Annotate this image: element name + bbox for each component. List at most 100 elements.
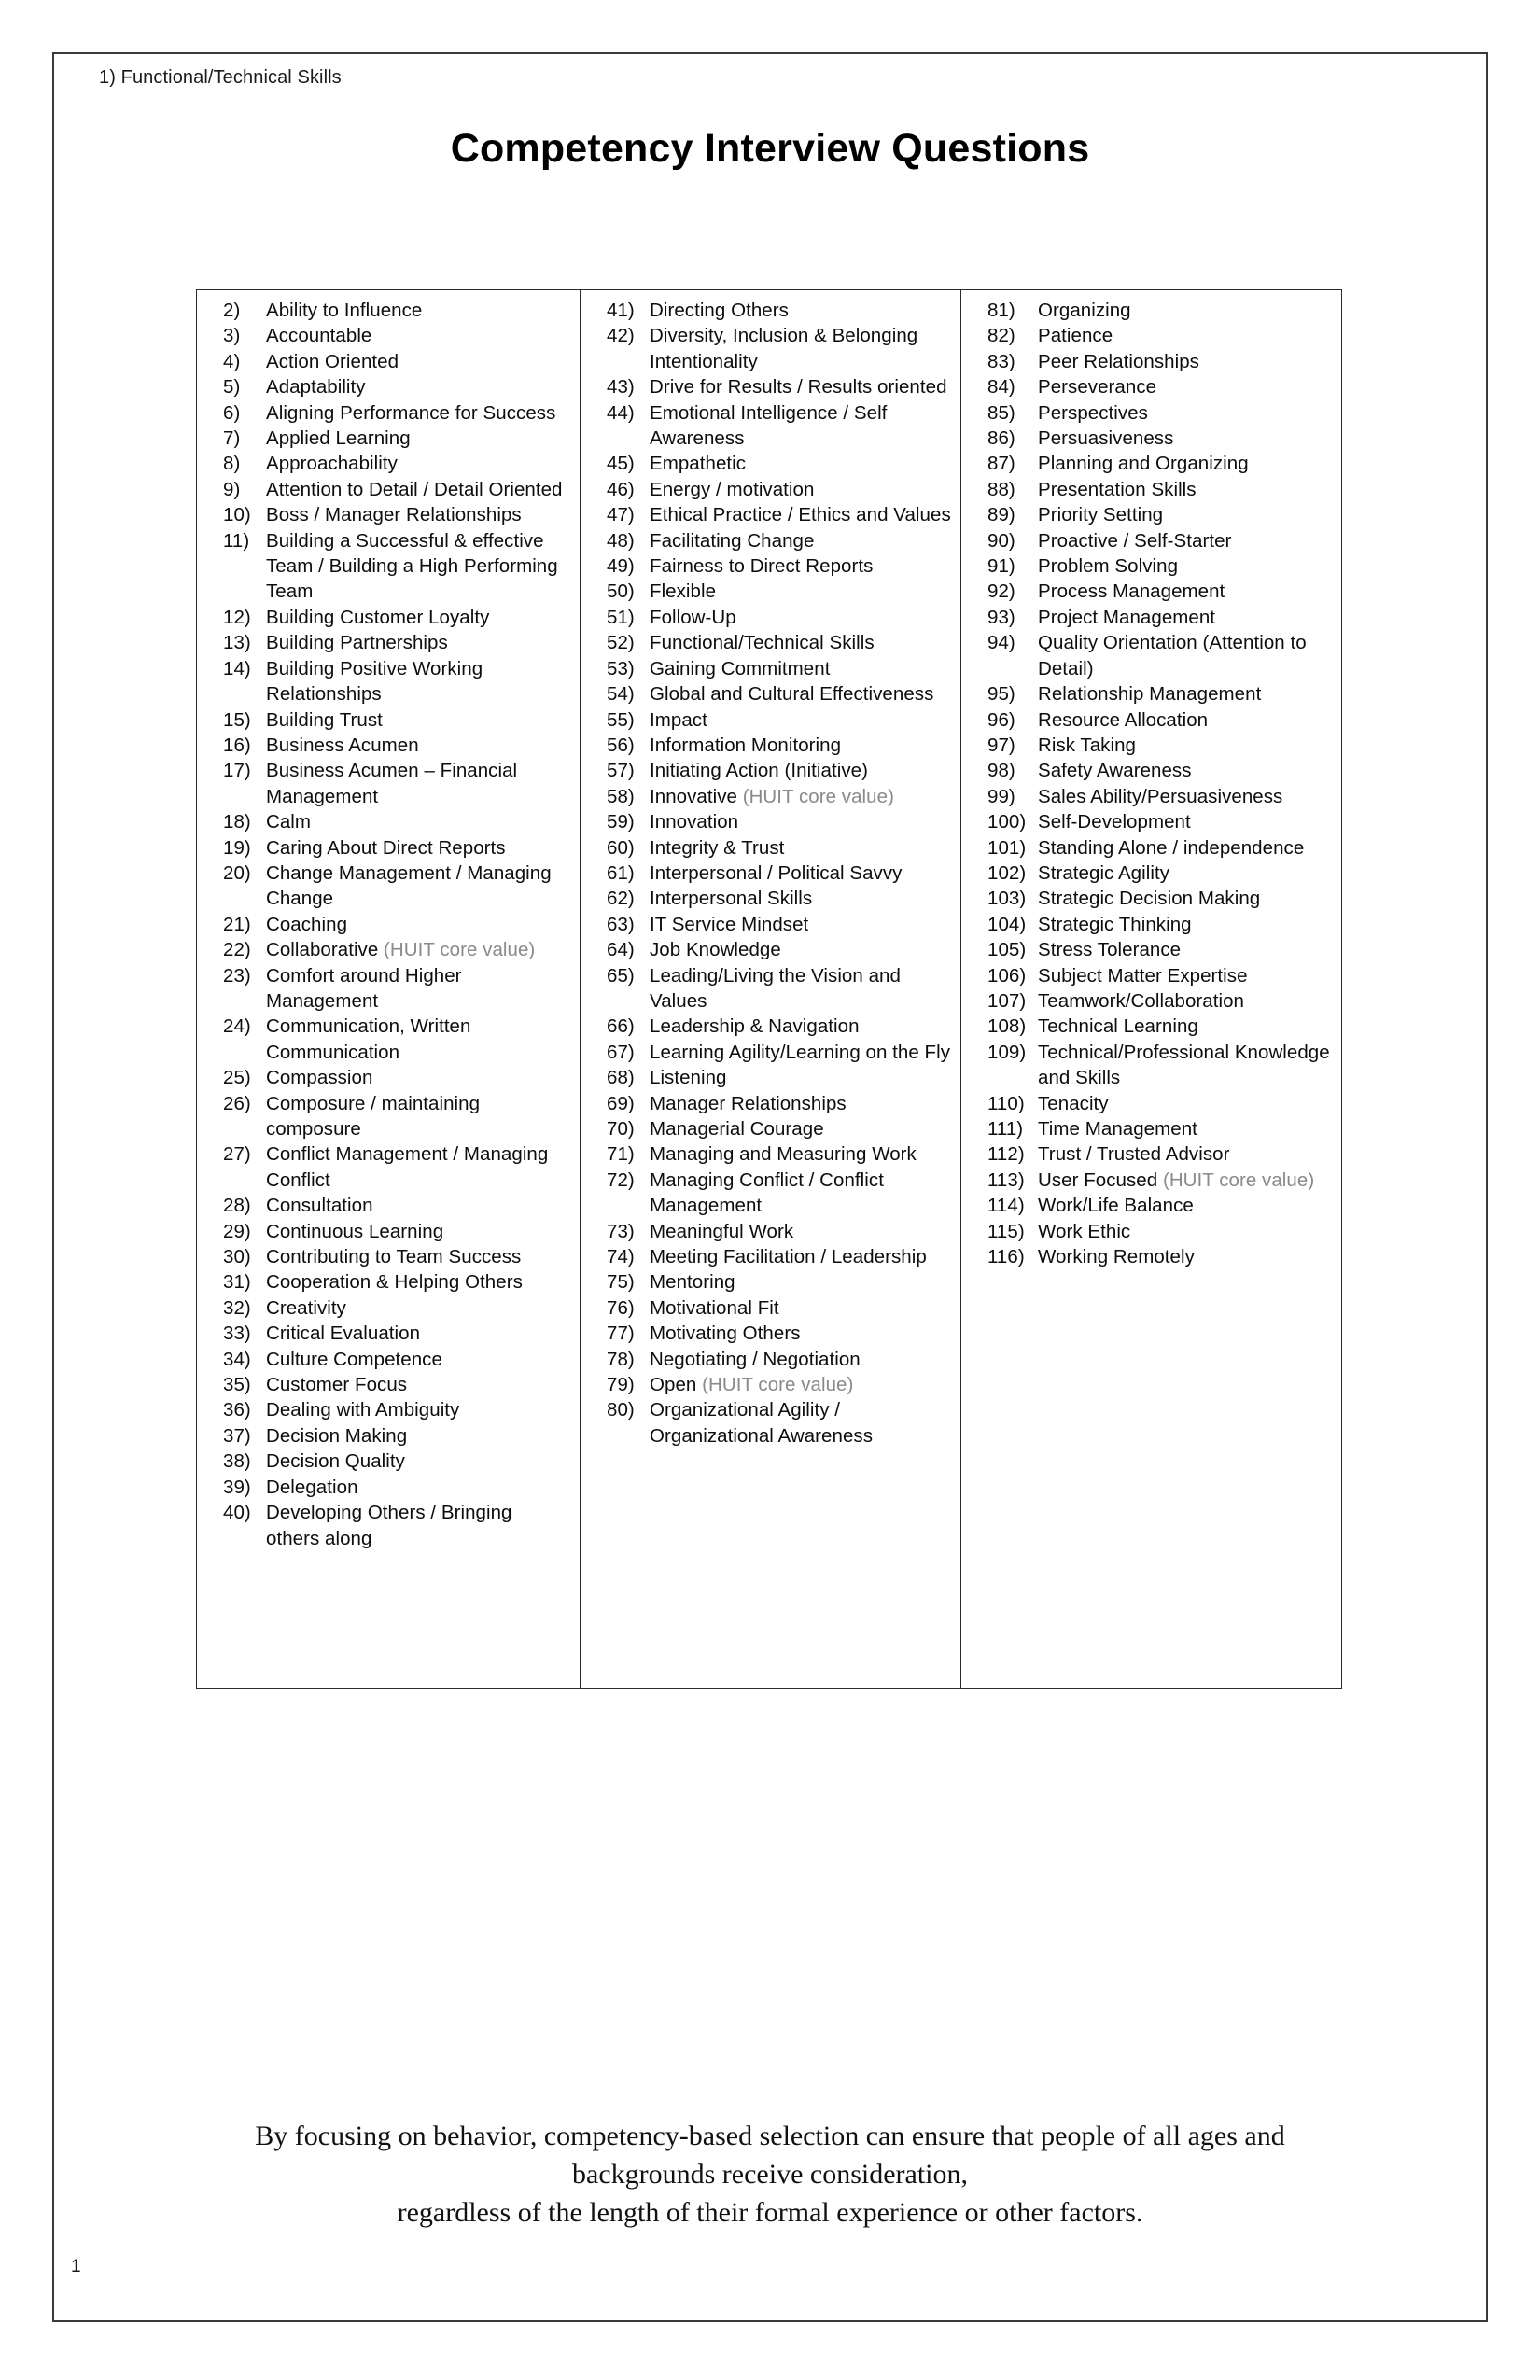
competency-item-label: Technical Learning [1038,1015,1198,1038]
competency-item: 3) Accountable [223,323,570,348]
competency-item-number: 42) [607,325,635,347]
competency-item-number: 21) [223,913,251,935]
competency-item-label: Change Management / Managing Change [266,861,552,910]
competency-item: 90) Proactive / Self-Starter [987,528,1332,553]
competency-item-label: Flexible [650,581,717,603]
competency-item-number: 63) [607,913,635,935]
competency-item-number: 79) [607,1374,635,1396]
competency-item-label: Business Acumen – Financial Management [266,760,518,807]
competency-item: 58) Innovative (HUIT core value) [607,784,951,809]
competency-item: 64) Job Knowledge [607,937,951,962]
competency-item-label: Resource Allocation [1038,708,1209,731]
competency-item-label: User Focused [1038,1169,1163,1191]
competency-item-label: Time Management [1038,1118,1197,1140]
competency-item-note: (HUIT core value) [384,939,536,961]
competency-item-number: 113) [987,1169,1025,1191]
competency-item: 80) Organizational Agility / Organization… [607,1397,951,1449]
competency-item: 7) Applied Learning [223,426,570,451]
competency-item: 108) Technical Learning [987,1014,1332,1039]
competency-item-number: 45) [607,453,635,475]
competency-item: 13) Building Partnerships [223,630,570,655]
competency-item-label: Process Management [1038,581,1225,603]
competency-item-number: 69) [607,1092,635,1114]
competency-item-label: Gaining Commitment [650,657,831,679]
competency-item-number: 93) [987,606,1015,628]
competency-item-label: Decision Quality [266,1450,405,1473]
competency-item: 11) Building a Successful & effective Tea… [223,528,570,605]
competency-item-number: 7) [223,427,241,450]
competency-item-number: 77) [607,1323,635,1345]
competency-item: 63) IT Service Mindset [607,912,951,937]
competency-item-label: Relationship Management [1038,683,1262,706]
competency-item-number: 46) [607,478,635,500]
competency-item-label: Presentation Skills [1038,478,1197,500]
competency-item-label: Proactive / Self-Starter [1038,529,1232,552]
competency-item: 98) Safety Awareness [987,758,1332,783]
competency-item: 115) Work Ethic [987,1219,1332,1244]
competency-item-label: Comfort around Higher Management [266,964,462,1012]
competency-item-number: 17) [223,760,251,782]
competency-item: 59) Innovation [607,809,951,834]
competency-item-number: 50) [607,581,635,603]
competency-item: 86) Persuasiveness [987,426,1332,451]
competency-item: 50) Flexible [607,579,951,604]
competency-item-number: 94) [987,632,1015,654]
competency-item: 65) Leading/Living the Vision and Values [607,963,951,1015]
competency-item-label: Project Management [1038,606,1216,628]
competency-item-number: 108) [987,1015,1027,1038]
competency-item: 100) Self-Development [987,809,1332,834]
competency-item-number: 52) [607,632,635,654]
competency-item: 74) Meeting Facilitation / Leadership [607,1244,951,1269]
competency-item-label: Facilitating Change [650,529,815,552]
competency-item: 94) Quality Orientation (Attention to Det… [987,630,1332,681]
competency-item-number: 109) [987,1041,1027,1063]
competency-item-number: 24) [223,1015,251,1038]
competency-item-number: 70) [607,1118,635,1140]
competency-item-label: Interpersonal / Political Savvy [650,861,903,884]
competency-item-label: Compassion [266,1067,373,1089]
competency-item-label: Priority Setting [1038,504,1164,526]
competency-item-label: Emotional Intelligence / Self Awareness [650,401,888,450]
competency-item-label: Drive for Results / Results oriented [650,376,947,399]
competency-item-number: 91) [987,555,1015,578]
competency-item: 97) Risk Taking [987,733,1332,758]
competency-item-label: Empathetic [650,453,747,475]
competency-item: 111) Time Management [987,1116,1332,1141]
competency-item: 60) Integrity & Trust [607,835,951,861]
competency-item: 54) Global and Cultural Effectiveness [607,681,951,707]
competency-item: 85) Perspectives [987,400,1332,426]
competency-item: 41) Directing Others [607,298,951,323]
competency-item-number: 82) [987,325,1015,347]
competency-item-number: 12) [223,606,251,628]
competency-item-number: 59) [607,811,635,833]
competency-item-number: 68) [607,1067,635,1089]
competency-item: 46) Energy / motivation [607,477,951,502]
competency-item: 93) Project Management [987,605,1332,630]
competency-item-label: Culture Competence [266,1348,442,1370]
competency-item-number: 62) [607,888,635,910]
competency-item: 55) Impact [607,707,951,733]
competency-item-label: Standing Alone / independence [1038,836,1305,859]
competency-item-label: Manager Relationships [650,1092,847,1114]
competency-item-label: Functional/Technical Skills [650,632,875,654]
competency-item: 20) Change Management / Managing Change [223,861,570,912]
competency-item-label: Adaptability [266,376,366,399]
competency-item-number: 75) [607,1271,635,1294]
competency-item: 18) Calm [223,809,570,834]
competency-item: 110) Tenacity [987,1091,1332,1116]
competency-item: 5) Adaptability [223,374,570,399]
competency-item-label: Critical Evaluation [266,1323,421,1345]
competency-item-label: Global and Cultural Effectiveness [650,683,934,706]
competency-item-number: 85) [987,401,1015,424]
competency-item-number: 4) [223,350,241,372]
competency-item: 12) Building Customer Loyalty [223,605,570,630]
competency-item-label: Strategic Decision Making [1038,888,1261,910]
competency-item-label: Building Partnerships [266,632,448,654]
competency-item-number: 100) [987,811,1027,833]
competency-item-number: 98) [987,760,1015,782]
competency-item: 22) Collaborative (HUIT core value) [223,937,570,962]
competency-item-number: 15) [223,708,251,731]
competency-item-number: 10) [223,504,251,526]
competency-item: 27) Conflict Management / Managing Confli… [223,1141,570,1193]
competency-item-number: 47) [607,504,635,526]
